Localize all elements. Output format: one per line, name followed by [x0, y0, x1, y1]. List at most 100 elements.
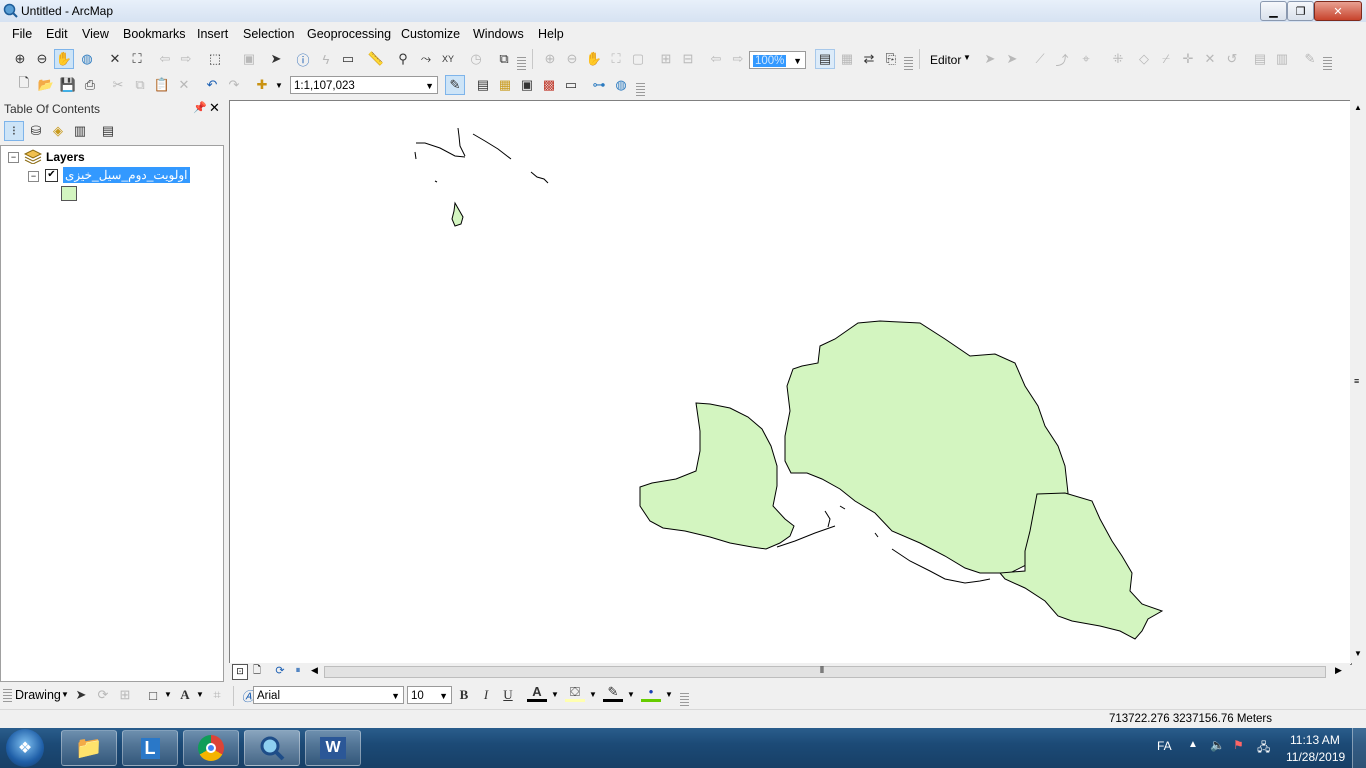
back-arrow-icon[interactable]: ⇦	[155, 49, 175, 69]
editor-menu-button[interactable]: Editor	[930, 53, 961, 67]
save-icon[interactable]: 💾	[58, 75, 78, 95]
scroll-thumb-grip-icon[interactable]: ≡	[1354, 376, 1359, 386]
toolbar-options-icon[interactable]	[1323, 57, 1332, 71]
list-by-visibility-icon[interactable]: ◈	[48, 121, 68, 141]
open-folder-icon[interactable]: 📂	[36, 75, 56, 95]
straight-segment-icon[interactable]: ⟋	[1030, 49, 1050, 69]
small-island-polygon[interactable]	[451, 201, 464, 227]
identify-icon[interactable]: ⓘ	[293, 49, 313, 69]
taskbar-arcmap[interactable]	[244, 730, 300, 766]
font-name-combo[interactable]: Arial ▼	[253, 686, 404, 704]
map-display[interactable]	[229, 100, 1352, 665]
clear-selection-icon[interactable]: ▣	[239, 49, 259, 69]
menu-view[interactable]: View	[82, 27, 109, 41]
layout-zoom-in-icon[interactable]: ⊕	[540, 49, 560, 69]
time-slider-icon[interactable]: ◷	[466, 49, 486, 69]
copy-icon[interactable]: ⧉	[130, 75, 150, 95]
split-tool-icon[interactable]: ✛	[1178, 49, 1198, 69]
measure-icon[interactable]: 📏	[366, 49, 386, 69]
create-features-icon[interactable]: ✎	[1300, 49, 1320, 69]
show-desktop-button[interactable]	[1352, 728, 1366, 768]
underline-button[interactable]: U	[498, 685, 518, 705]
collapse-layers-icon[interactable]: −	[8, 152, 19, 163]
data-view-icon[interactable]: ⊡	[232, 664, 248, 680]
hyperlink-icon[interactable]: ϟ	[316, 49, 336, 69]
menu-file[interactable]: File	[12, 27, 32, 41]
layer-visibility-checkbox[interactable]: ✔	[45, 169, 58, 182]
text-tool-icon[interactable]: A	[175, 685, 195, 705]
find-binoculars-icon[interactable]: ⚲	[393, 49, 413, 69]
taskbar-lync[interactable]: L	[122, 730, 178, 766]
find-route-icon[interactable]: ⤳	[416, 49, 436, 69]
end-point-arc-icon[interactable]: ⤴	[1052, 49, 1072, 69]
refresh-icon[interactable]: ⟳	[273, 664, 287, 678]
edit-vertices-icon[interactable]: ⌗	[207, 685, 227, 705]
layer-symbol-swatch[interactable]	[61, 186, 77, 201]
redo-icon[interactable]: ↷	[224, 75, 244, 95]
fill-color-icon[interactable]: ⛋	[565, 684, 585, 702]
arcgis-online-icon[interactable]: ◍	[611, 75, 631, 95]
scroll-down-icon[interactable]: ▼	[1354, 649, 1362, 658]
fixed-zoom-out-icon[interactable]: ⛶	[127, 49, 147, 69]
font-size-combo[interactable]: 10 ▼	[407, 686, 452, 704]
show-hidden-icons-icon[interactable]: ▲	[1188, 739, 1198, 750]
edit-vertices-icon[interactable]: ⁜	[1108, 49, 1128, 69]
taskbar-chrome[interactable]	[183, 730, 239, 766]
list-by-drawing-order-icon[interactable]: ⁝	[4, 121, 24, 141]
fixed-zoom-in-layout-icon[interactable]: ⊞	[656, 49, 676, 69]
construction-tools-icon[interactable]: ⌖	[1076, 49, 1096, 69]
reshape-feature-icon[interactable]: ◇	[1134, 49, 1154, 69]
toolbar-options-icon[interactable]	[680, 693, 689, 707]
catalog-window-icon[interactable]: ▦	[495, 75, 515, 95]
print-icon[interactable]: ⎙	[80, 75, 100, 95]
taskbar-word[interactable]: W	[305, 730, 361, 766]
menu-edit[interactable]: Edit	[46, 27, 68, 41]
map-horizontal-scrollbar[interactable]: ⊡ 🗋 ⟳ ⏸ ◀ ⦀ ▶	[229, 663, 1350, 680]
menu-help[interactable]: Help	[538, 27, 564, 41]
rotate-tool-icon[interactable]: ✕	[1200, 49, 1220, 69]
menu-insert[interactable]: Insert	[197, 27, 228, 41]
search-window-icon[interactable]: ▣	[517, 75, 537, 95]
input-language[interactable]: FA	[1157, 739, 1172, 753]
pin-icon[interactable]: 📌	[193, 101, 207, 114]
action-center-icon[interactable]: ⚑	[1233, 738, 1244, 752]
zoom-percent-combo[interactable]: 100% ▼	[749, 51, 806, 69]
pause-drawing-icon[interactable]: ⏸	[291, 664, 305, 678]
sketch-properties-icon[interactable]: ▥	[1272, 49, 1292, 69]
delete-icon[interactable]: ✕	[174, 75, 194, 95]
menu-geoprocessing[interactable]: Geoprocessing	[307, 27, 391, 41]
toolbar-options-icon[interactable]	[636, 83, 645, 97]
go-to-xy-icon[interactable]: XY	[438, 49, 458, 69]
bold-button[interactable]: B	[454, 685, 474, 705]
toolbar-options-icon[interactable]	[517, 57, 526, 71]
western-basin-polygon[interactable]	[639, 402, 795, 550]
map-vertical-scrollbar[interactable]: ▲ ≡ ▼	[1350, 100, 1366, 663]
collapse-layer-icon[interactable]: −	[28, 171, 39, 182]
select-features-icon[interactable]: ⬚	[205, 49, 225, 69]
data-driven-pages-icon[interactable]: ⎘	[881, 49, 901, 69]
start-button[interactable]: ❖	[6, 729, 44, 767]
layout-view-icon[interactable]: 🗋	[250, 664, 264, 678]
list-by-selection-icon[interactable]: ▥	[70, 121, 90, 141]
taskbar-explorer[interactable]: 📁	[61, 730, 117, 766]
editor-toolbar-toggle-icon[interactable]: ✎	[445, 75, 465, 95]
minimize-button[interactable]: ▁	[1260, 1, 1287, 21]
menu-customize[interactable]: Customize	[401, 27, 460, 41]
modelbuilder-icon[interactable]: ⊶	[589, 75, 609, 95]
python-window-icon[interactable]: ▭	[561, 75, 581, 95]
toolbar-options-icon[interactable]	[904, 57, 913, 71]
create-viewer-window-icon[interactable]: ⧉	[494, 49, 514, 69]
scroll-right-icon[interactable]: ▶	[1335, 665, 1342, 676]
html-popup-icon[interactable]: ▭	[338, 49, 358, 69]
toc-options-icon[interactable]: ▤	[98, 121, 118, 141]
marker-color-icon[interactable]: •	[641, 684, 661, 702]
table-of-contents-window-icon[interactable]: ▤	[473, 75, 493, 95]
new-document-icon[interactable]: 🗋	[14, 75, 34, 95]
fixed-zoom-out-layout-icon[interactable]: ⊟	[678, 49, 698, 69]
fixed-zoom-in-icon[interactable]: ✕	[105, 49, 125, 69]
select-elements-arrow-icon[interactable]: ➤	[71, 685, 91, 705]
edit-annotation-icon[interactable]: ➤	[1002, 49, 1022, 69]
scroll-thumb[interactable]	[324, 666, 1326, 678]
focus-data-frame-icon[interactable]: ▦	[837, 49, 857, 69]
full-extent-globe-icon[interactable]: ◍	[77, 49, 97, 69]
